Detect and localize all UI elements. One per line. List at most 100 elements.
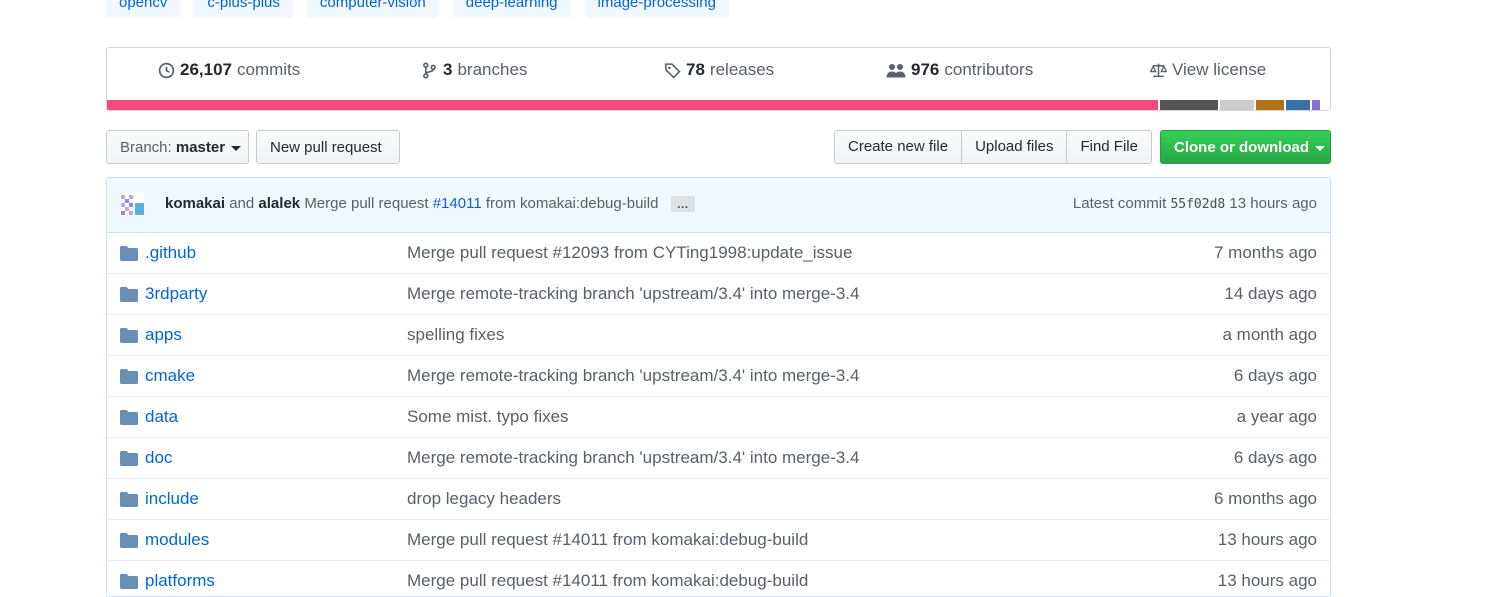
table-row: include drop legacy headers 6 months ago [107, 478, 1330, 519]
create-new-file-button[interactable]: Create new file [834, 130, 963, 164]
language-bar[interactable] [107, 100, 1330, 110]
topic-tag[interactable]: image-processing [584, 0, 729, 18]
table-row: modules Merge pull request #14011 from ko… [107, 519, 1330, 560]
folder-icon [120, 369, 138, 384]
branches-link[interactable]: 3 branches [421, 60, 527, 80]
contributors-link[interactable]: 976 contributors [886, 60, 1033, 80]
people-icon [886, 63, 906, 77]
folder-icon [120, 574, 138, 589]
file-name-link[interactable]: platforms [145, 571, 215, 591]
folder-icon [120, 451, 138, 466]
table-row: data Some mist. typo fixes a year ago [107, 396, 1330, 437]
law-icon [1150, 63, 1167, 77]
branches-count: 3 [443, 60, 453, 79]
language-segment[interactable] [1256, 100, 1285, 110]
file-name-link[interactable]: doc [145, 448, 172, 468]
folder-icon [120, 328, 138, 343]
language-segment[interactable] [107, 100, 1159, 110]
caret-down-icon [231, 145, 242, 151]
commit-message-prefix[interactable]: Merge pull request [304, 195, 428, 212]
language-segment[interactable] [1286, 100, 1311, 110]
table-row: .github Merge pull request #12093 from CY… [107, 233, 1330, 273]
caret-down-icon [1315, 145, 1325, 151]
pull-request-link[interactable]: #14011 [433, 195, 482, 212]
commit-message: komakai and alalek Merge pull request #1… [165, 195, 695, 213]
commit-age: a year ago [1236, 407, 1317, 426]
commit-message-link[interactable]: Merge pull request #12093 from CYTing199… [407, 243, 852, 263]
commit-author[interactable]: komakai [165, 195, 225, 212]
language-segment[interactable] [1220, 100, 1255, 110]
commit-age: a month ago [1222, 325, 1317, 344]
table-row: platforms Merge pull request #14011 from … [107, 560, 1330, 596]
commit-message-link[interactable]: Merge pull request #14011 from komakai:d… [407, 571, 808, 591]
commit-message-link[interactable]: drop legacy headers [407, 489, 561, 509]
table-row: apps spelling fixes a month ago [107, 314, 1330, 355]
branch-name: master [175, 139, 226, 156]
releases-label: releases [709, 60, 775, 79]
file-name-link[interactable]: apps [145, 325, 182, 345]
commits-label: commits [237, 60, 301, 79]
table-row: doc Merge remote-tracking branch 'upstrea… [107, 437, 1330, 478]
upload-files-button[interactable]: Upload files [962, 130, 1068, 164]
topic-tag[interactable]: c-plus-plus [194, 0, 293, 18]
topic-tag[interactable]: deep-learning [452, 0, 571, 18]
commit-message-link[interactable]: Some mist. typo fixes [407, 407, 569, 427]
file-name-link[interactable]: data [145, 407, 178, 427]
commit-age: 6 months ago [1213, 489, 1317, 508]
file-actions-group: Create new file Upload files Find File [834, 130, 1152, 164]
releases-link[interactable]: 78 releases [664, 60, 774, 80]
file-name-link[interactable]: .github [145, 243, 196, 263]
commit-message-link[interactable]: Merge remote-tracking branch 'upstream/3… [407, 448, 859, 468]
topic-tag[interactable]: computer-vision [306, 0, 439, 18]
avatar[interactable] [120, 192, 144, 216]
commit-age: 13 hours ago [1217, 530, 1317, 549]
find-file-button[interactable]: Find File [1067, 130, 1152, 164]
folder-icon [120, 246, 138, 261]
latest-commit-info: Latest commit 55f02d8 13 hours ago [1073, 195, 1317, 212]
commit-message-link[interactable]: spelling fixes [407, 325, 504, 345]
clone-or-download-button[interactable]: Clone or download [1160, 130, 1331, 164]
file-name-link[interactable]: include [145, 489, 199, 509]
latest-commit-bar: komakai and alalek Merge pull request #1… [107, 178, 1330, 233]
commit-message-link[interactable]: Merge remote-tracking branch 'upstream/3… [407, 284, 859, 304]
commit-age: 6 days ago [1233, 448, 1317, 467]
expand-commit-button[interactable]: … [670, 196, 695, 213]
releases-count: 78 [686, 60, 705, 79]
branches-label: branches [457, 60, 528, 79]
file-name-link[interactable]: modules [145, 530, 209, 550]
branch-prefix: Branch: [120, 139, 172, 156]
topics-list: opencv c-plus-plus computer-vision deep-… [106, 0, 729, 18]
commit-age: 14 days ago [1224, 284, 1317, 303]
folder-icon [120, 410, 138, 425]
commit-message-link[interactable]: Merge pull request #14011 from komakai:d… [407, 530, 808, 550]
topic-tag[interactable]: opencv [106, 0, 181, 18]
branch-select-button[interactable]: Branch: master [106, 130, 249, 164]
commit-sha-link[interactable]: 55f02d8 [1170, 197, 1225, 212]
file-name-link[interactable]: cmake [145, 366, 195, 386]
commit-age: 6 days ago [1233, 366, 1317, 385]
commit-committer[interactable]: alalek [258, 195, 300, 212]
table-row: cmake Merge remote-tracking branch 'upstr… [107, 355, 1330, 396]
tag-icon [664, 62, 681, 79]
contributors-label: contributors [944, 60, 1034, 79]
commit-message-link[interactable]: Merge remote-tracking branch 'upstream/3… [407, 366, 859, 386]
language-segment[interactable] [1160, 100, 1219, 110]
language-segment[interactable] [1321, 100, 1330, 110]
contributors-count: 976 [911, 60, 940, 79]
commit-age: 13 hours ago [1217, 571, 1317, 590]
commit-time: 13 hours ago [1229, 195, 1317, 212]
commits-count: 26,107 [180, 60, 232, 79]
latest-commit-label: Latest commit [1072, 195, 1167, 212]
branch-icon [423, 61, 436, 79]
license-label: View license [1172, 60, 1267, 79]
file-name-link[interactable]: 3rdparty [145, 284, 207, 304]
license-link[interactable]: View license [1150, 60, 1266, 80]
folder-icon [120, 533, 138, 548]
file-table: komakai and alalek Merge pull request #1… [106, 177, 1331, 597]
table-row: 3rdparty Merge remote-tracking branch 'up… [107, 273, 1330, 314]
commit-message-suffix[interactable]: from komakai:debug-build [486, 195, 659, 212]
language-segment[interactable] [1312, 100, 1320, 110]
commit-age: 7 months ago [1213, 243, 1317, 262]
new-pull-request-button[interactable]: New pull request [256, 130, 400, 164]
commits-link[interactable]: 26,107 commits [158, 60, 300, 80]
